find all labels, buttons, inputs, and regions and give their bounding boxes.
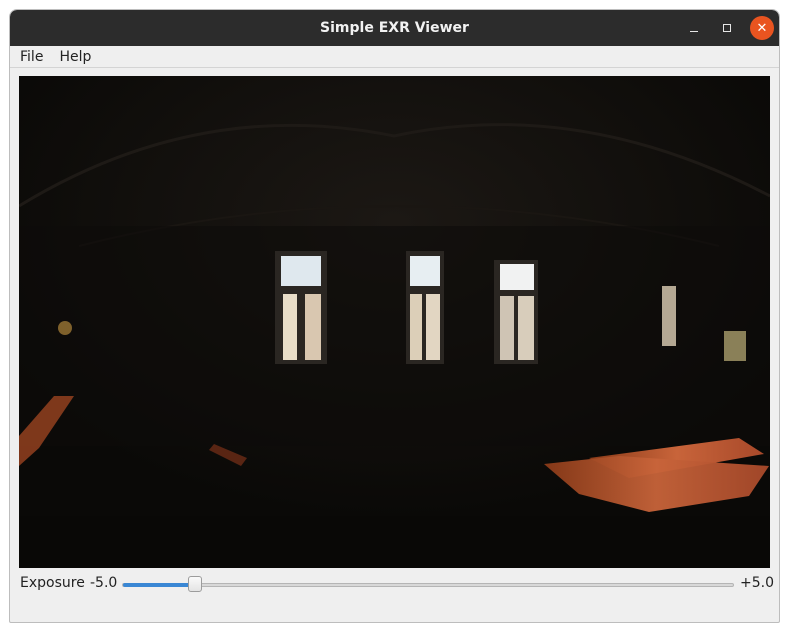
minimize-icon — [690, 30, 698, 32]
exposure-slider-fill — [123, 583, 197, 587]
exposure-max-label: +5.0 — [740, 575, 774, 591]
menu-help[interactable]: Help — [51, 47, 99, 67]
exposure-slider[interactable] — [122, 583, 734, 587]
close-button[interactable]: ✕ — [750, 16, 774, 40]
minimize-button[interactable] — [682, 16, 706, 40]
exposure-slider-handle[interactable] — [188, 576, 203, 592]
app-window: Simple EXR Viewer ✕ File Help Exposure -… — [9, 9, 780, 623]
maximize-icon — [723, 24, 731, 32]
close-icon: ✕ — [756, 20, 768, 36]
exr-image-view[interactable] — [19, 76, 770, 568]
exposure-min-label: -5.0 — [90, 575, 118, 591]
panorama-image — [19, 76, 770, 568]
exposure-controls: Exposure -5.0 +5.0 — [10, 572, 779, 596]
title-bar[interactable]: Simple EXR Viewer ✕ — [10, 10, 779, 46]
menu-bar: File Help — [10, 46, 779, 68]
exposure-label: Exposure — [20, 575, 85, 591]
window-title: Simple EXR Viewer — [320, 20, 469, 36]
menu-file[interactable]: File — [12, 47, 51, 67]
maximize-button[interactable] — [715, 16, 739, 40]
